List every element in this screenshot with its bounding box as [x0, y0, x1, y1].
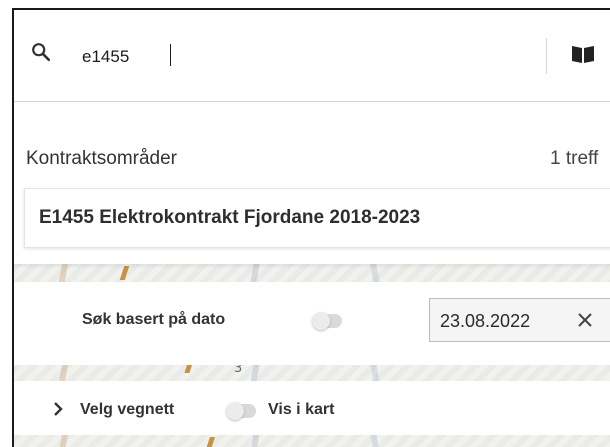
- road-network-label[interactable]: Velg vegnett: [80, 401, 174, 419]
- chevron-right-icon[interactable]: [52, 401, 64, 417]
- search-bar: [14, 10, 610, 102]
- result-item[interactable]: E1455 Elektrokontrakt Fjordane 2018-2023: [24, 188, 610, 248]
- map-road-segment: [119, 266, 130, 280]
- map-background-strip[interactable]: 3: [14, 361, 610, 381]
- map-background-strip[interactable]: [14, 264, 610, 282]
- toolbar-divider: [546, 38, 547, 74]
- search-input[interactable]: [82, 46, 502, 68]
- date-input[interactable]: 23.08.2022: [429, 298, 610, 342]
- results-hit-count: 1 treff: [550, 148, 599, 169]
- toggle-knob: [312, 312, 330, 330]
- search-icon[interactable]: [30, 41, 52, 63]
- toggle-knob: [226, 402, 244, 420]
- book-open-icon[interactable]: [570, 43, 596, 65]
- date-input-value: 23.08.2022: [440, 311, 531, 331]
- text-caret: [170, 44, 171, 66]
- date-filter-toggle[interactable]: [312, 312, 342, 330]
- show-in-map-label: Vis i kart: [268, 401, 335, 418]
- results-section-title: Kontraktsområder: [26, 148, 178, 169]
- road-network-row: Velg vegnett Vis i kart: [14, 381, 610, 435]
- show-in-map-toggle[interactable]: [226, 402, 256, 420]
- search-results-panel: Kontraktsområder 1 treff E1455 Elektroko…: [14, 102, 610, 264]
- close-icon[interactable]: [576, 311, 594, 329]
- date-filter-label: Søk basert på dato: [82, 311, 226, 328]
- date-filter-row: Søk basert på dato 23.08.2022: [14, 282, 610, 365]
- result-item-label: E1455 Elektrokontrakt Fjordane 2018-2023: [39, 207, 421, 228]
- map-background-strip[interactable]: [14, 435, 610, 447]
- map-road-segment: [206, 437, 215, 447]
- map-search-panel: 3 Kontraktsområder 1 treff E1455 Elektro…: [12, 8, 610, 447]
